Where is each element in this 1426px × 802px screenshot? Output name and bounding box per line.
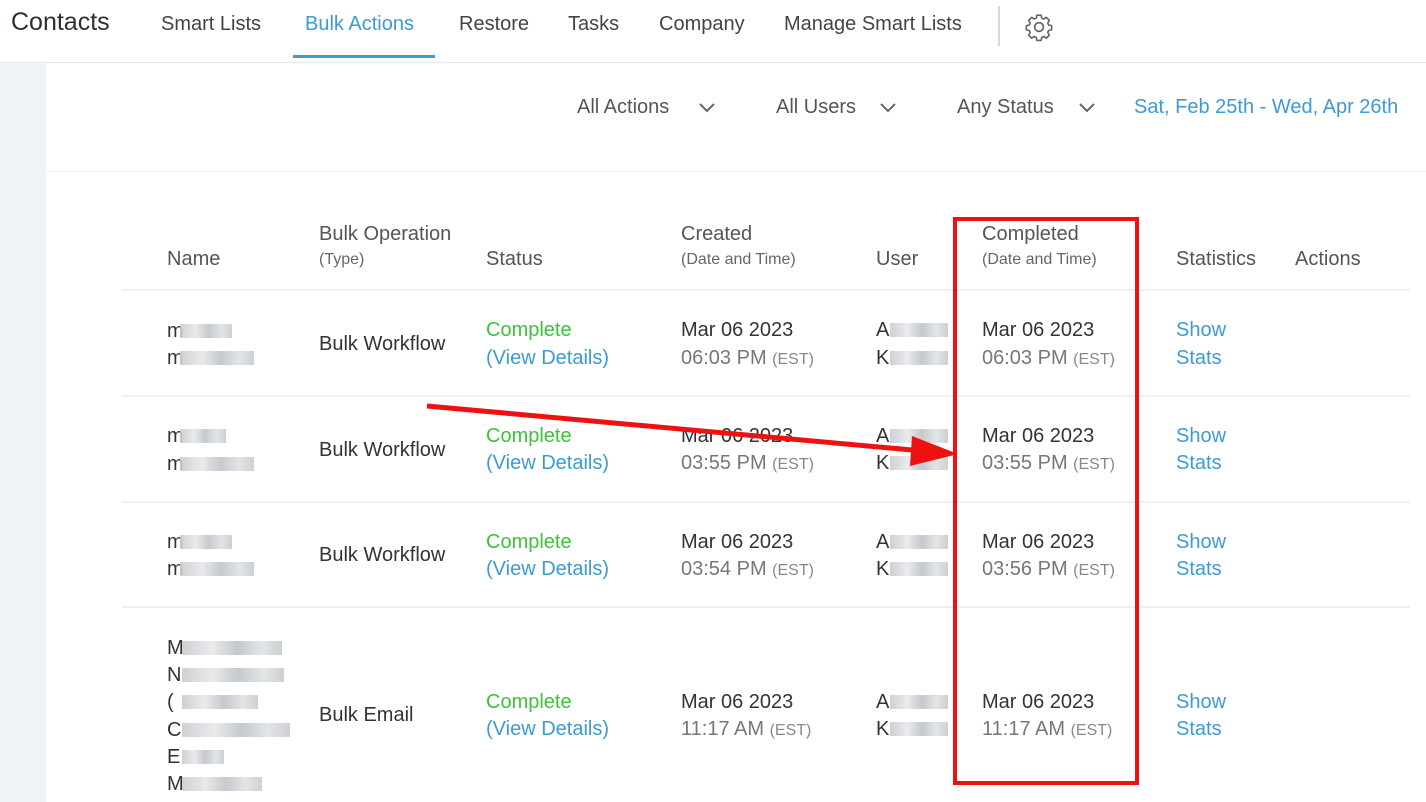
redacted-user bbox=[890, 695, 948, 709]
header-created-sub: (Date and Time) bbox=[681, 251, 796, 268]
redacted-user bbox=[890, 456, 948, 470]
chevron-down-icon[interactable] bbox=[698, 100, 716, 114]
all-actions-filter[interactable]: All Actions bbox=[577, 96, 669, 119]
app-title: Contacts bbox=[11, 8, 110, 36]
redacted-name bbox=[180, 324, 232, 338]
nav-divider bbox=[998, 6, 1000, 46]
row-divider bbox=[122, 606, 1410, 608]
tab-bulk-actions[interactable]: Bulk Actions bbox=[305, 13, 414, 36]
chevron-down-icon[interactable] bbox=[879, 100, 897, 114]
view-details-link[interactable]: (View Details) bbox=[486, 452, 609, 475]
redacted-user bbox=[890, 323, 948, 337]
created-time: 03:55 PM (EST) bbox=[681, 452, 814, 474]
name-initial: ( bbox=[167, 691, 174, 713]
show-stats-link[interactable]: Show bbox=[1176, 531, 1226, 554]
tab-company[interactable]: Company bbox=[659, 13, 745, 36]
row-divider bbox=[122, 501, 1410, 503]
all-users-filter[interactable]: All Users bbox=[776, 96, 856, 119]
header-actions: Actions bbox=[1295, 248, 1361, 270]
redacted-name bbox=[182, 750, 224, 764]
user-initial: A bbox=[876, 319, 890, 341]
header-bulk-operation[interactable]: Bulk Operation bbox=[319, 223, 451, 246]
user-initial: A bbox=[876, 425, 890, 447]
created-time: 03:54 PM (EST) bbox=[681, 558, 814, 580]
row-divider bbox=[122, 395, 1410, 397]
status-complete: Complete bbox=[486, 531, 572, 553]
any-status-filter[interactable]: Any Status bbox=[957, 96, 1054, 119]
active-tab-indicator bbox=[293, 55, 435, 58]
tab-smart-lists[interactable]: Smart Lists bbox=[161, 13, 261, 36]
created-date: Mar 06 2023 bbox=[681, 691, 794, 713]
redacted-name bbox=[180, 457, 254, 471]
created-date: Mar 06 2023 bbox=[681, 531, 794, 553]
created-date: Mar 06 2023 bbox=[681, 425, 794, 447]
show-stats-link[interactable]: Show bbox=[1176, 425, 1226, 448]
show-stats-link[interactable]: Show bbox=[1176, 319, 1226, 342]
redacted-user bbox=[890, 351, 948, 365]
bulk-operation-type: Bulk Workflow bbox=[319, 439, 446, 461]
user-initial: K bbox=[876, 347, 890, 369]
name-initial: N bbox=[167, 664, 182, 686]
redacted-name bbox=[182, 695, 258, 709]
header-user[interactable]: User bbox=[876, 248, 918, 271]
user-initial: K bbox=[876, 558, 890, 580]
redacted-name bbox=[182, 723, 290, 737]
redacted-user bbox=[890, 562, 948, 576]
redacted-user bbox=[890, 722, 948, 736]
header-bulk-operation-sub: (Type) bbox=[319, 251, 365, 268]
bulk-operation-type: Bulk Workflow bbox=[319, 544, 446, 566]
redacted-name bbox=[180, 535, 232, 549]
gear-icon[interactable] bbox=[1024, 12, 1054, 42]
view-details-link[interactable]: (View Details) bbox=[486, 347, 609, 370]
user-initial: A bbox=[876, 531, 890, 553]
redacted-name bbox=[180, 351, 254, 365]
redacted-user bbox=[890, 429, 948, 443]
header-created[interactable]: Created bbox=[681, 223, 752, 246]
bulk-operation-type: Bulk Email bbox=[319, 704, 414, 726]
redacted-name bbox=[180, 429, 226, 443]
name-initial: E bbox=[167, 746, 181, 768]
row-divider bbox=[122, 289, 1410, 291]
top-nav-bar: Contacts Smart Lists Bulk Actions Restor… bbox=[0, 0, 1426, 63]
name-initial: C bbox=[167, 719, 182, 741]
show-stats-link[interactable]: Stats bbox=[1176, 347, 1222, 370]
redacted-name bbox=[182, 777, 262, 791]
status-complete: Complete bbox=[486, 425, 572, 447]
view-details-link[interactable]: (View Details) bbox=[486, 718, 609, 741]
status-complete: Complete bbox=[486, 691, 572, 713]
show-stats-link[interactable]: Stats bbox=[1176, 718, 1222, 741]
created-date: Mar 06 2023 bbox=[681, 319, 794, 341]
created-time: 11:17 AM (EST) bbox=[681, 718, 812, 740]
header-name[interactable]: Name bbox=[167, 248, 220, 271]
completed-column-highlight bbox=[953, 217, 1139, 785]
date-range-picker[interactable]: Sat, Feb 25th - Wed, Apr 26th bbox=[1134, 96, 1398, 119]
user-initial: A bbox=[876, 691, 890, 713]
show-stats-link[interactable]: Stats bbox=[1176, 452, 1222, 475]
header-status[interactable]: Status bbox=[486, 248, 543, 271]
redacted-name bbox=[182, 641, 282, 655]
redacted-user bbox=[890, 535, 948, 549]
view-details-link[interactable]: (View Details) bbox=[486, 558, 609, 581]
bulk-operation-type: Bulk Workflow bbox=[319, 333, 446, 355]
show-stats-link[interactable]: Show bbox=[1176, 691, 1226, 714]
header-statistics: Statistics bbox=[1176, 248, 1257, 270]
user-initial: K bbox=[876, 718, 890, 740]
status-complete: Complete bbox=[486, 319, 572, 341]
tab-manage-smart-lists[interactable]: Manage Smart Lists bbox=[784, 13, 962, 36]
redacted-name bbox=[182, 668, 284, 682]
created-time: 06:03 PM (EST) bbox=[681, 347, 814, 369]
user-initial: K bbox=[876, 452, 890, 474]
redacted-name bbox=[180, 562, 254, 576]
show-stats-link[interactable]: Stats bbox=[1176, 558, 1222, 581]
tab-tasks[interactable]: Tasks bbox=[568, 13, 619, 36]
chevron-down-icon[interactable] bbox=[1078, 100, 1096, 114]
tab-restore[interactable]: Restore bbox=[459, 13, 529, 36]
left-sidebar-strip bbox=[0, 63, 46, 802]
